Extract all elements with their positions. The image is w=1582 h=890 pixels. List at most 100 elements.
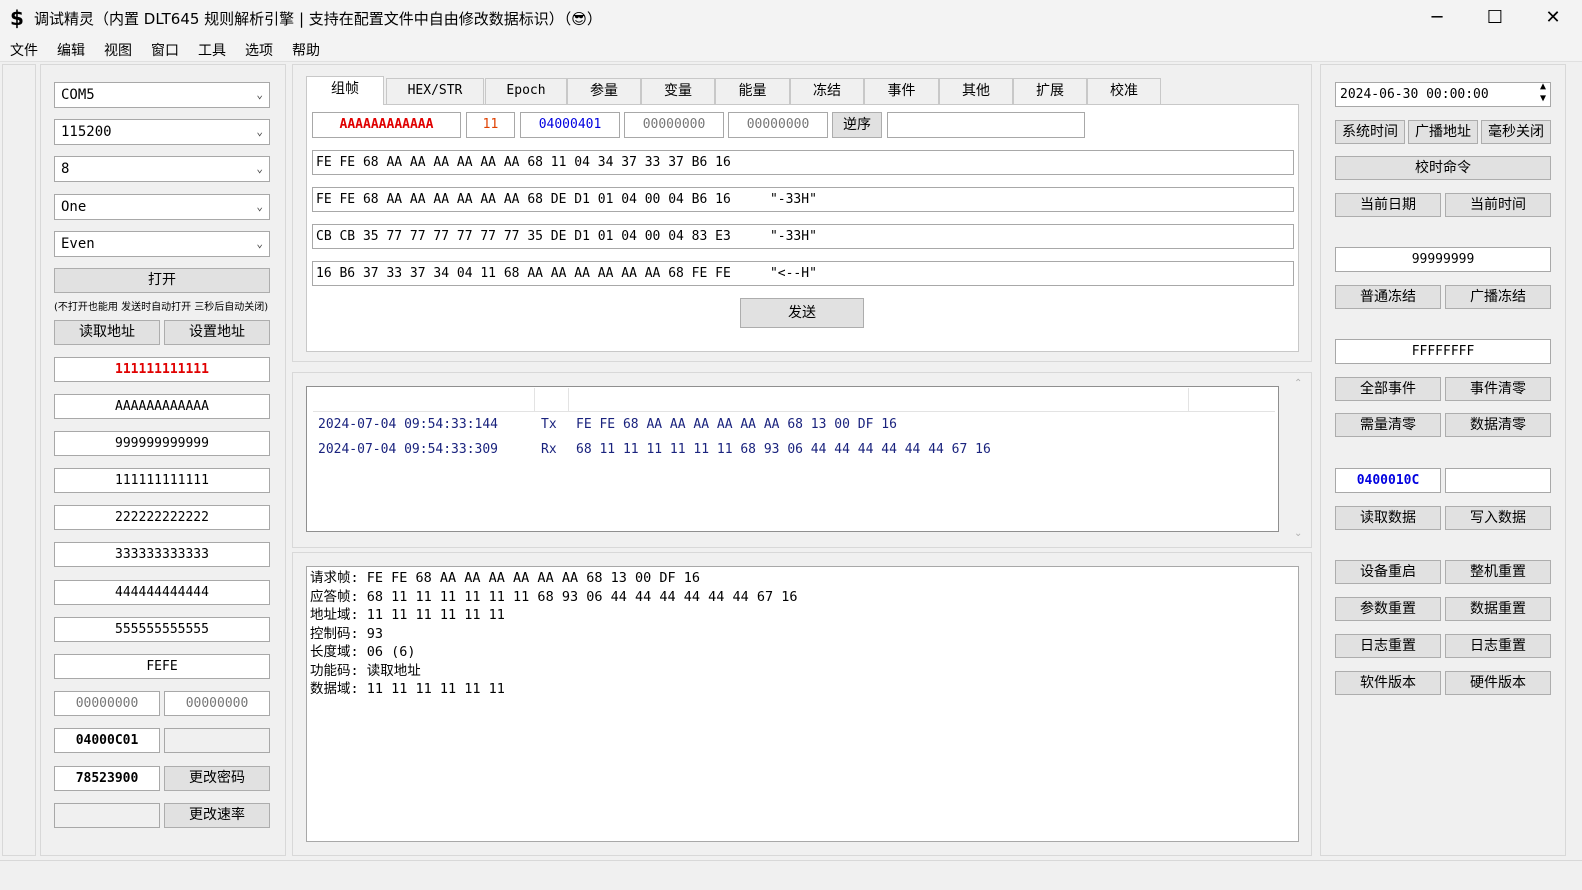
tab-extend[interactable]: 扩展 [1013,78,1087,104]
data-id-field[interactable]: 04000C01 [54,728,160,753]
address-field-7[interactable]: 444444444444 [54,580,270,605]
datetime-picker[interactable]: 2024-06-30 00:00:00 ▲ ▼ [1335,81,1551,107]
change-password-button[interactable]: 更改密码 [164,766,270,791]
menu-tools[interactable]: 工具 [198,40,226,60]
close-icon[interactable]: ✕ [1524,0,1582,36]
address-field-5[interactable]: 222222222222 [54,505,270,530]
tab-params[interactable]: 参量 [567,78,641,104]
param-reset-button[interactable]: 参数重置 [1335,597,1441,621]
demand-clear-button[interactable]: 需量清零 [1335,413,1441,437]
frame-address-field[interactable]: AAAAAAAAAAAA [312,112,461,138]
scroll-down-icon[interactable]: ⌄ [1294,528,1302,539]
data-identifier-field[interactable]: 04000401 [520,112,620,138]
broadcast-freeze-button[interactable]: 广播冻结 [1445,285,1551,309]
tab-freeze[interactable]: 冻结 [790,78,864,104]
normal-freeze-button[interactable]: 普通冻结 [1335,285,1441,309]
port-value: COM5 [61,87,95,103]
open-port-button[interactable]: 打开 [54,268,270,293]
event-clear-button[interactable]: 事件清零 [1445,377,1551,401]
hardware-version-button[interactable]: 硬件版本 [1445,671,1551,695]
reverse-button[interactable]: 逆序 [832,112,882,138]
log-list[interactable]: 2024-07-04 09:54:33:144 Tx FE FE 68 AA A… [306,386,1279,532]
log-reset-button-2[interactable]: 日志重置 [1445,634,1551,658]
log-header [313,388,1275,412]
menu-view[interactable]: 视图 [104,40,132,60]
tab-hex-str[interactable]: HEX/STR [386,78,484,104]
data-reset-button[interactable]: 数据重置 [1445,597,1551,621]
chevron-down-icon: ⌄ [256,237,263,250]
change-rate-button[interactable]: 更改速率 [164,803,270,828]
frame-extra-field[interactable] [887,112,1085,138]
scroll-up-icon[interactable]: ⌃ [1294,378,1302,389]
frame-field-1[interactable]: 00000000 [624,112,724,138]
menu-options[interactable]: 选项 [245,40,273,60]
baud-value: 115200 [61,124,112,140]
write-data-button[interactable]: 写入数据 [1445,506,1551,530]
data-clear-button[interactable]: 数据清零 [1445,413,1551,437]
parity-value: Even [61,236,95,252]
data-id-input[interactable]: 0400010C [1335,468,1441,493]
all-events-button[interactable]: 全部事件 [1335,377,1441,401]
broadcast-address-button[interactable]: 广播地址 [1408,120,1478,144]
databits-select[interactable]: 8 ⌄ [54,156,270,182]
freeze-value-field[interactable]: 99999999 [1335,247,1551,272]
control-code-field[interactable]: 11 [466,112,515,138]
data-value-input[interactable] [1445,468,1551,493]
frame-line-1[interactable]: FE FE 68 AA AA AA AA AA AA 68 11 04 34 3… [312,150,1294,175]
event-value-field[interactable]: FFFFFFFF [1335,339,1551,364]
rate-field[interactable] [54,803,160,828]
machine-reset-button[interactable]: 整机重置 [1445,560,1551,584]
new-password-field[interactable]: 78523900 [54,766,160,791]
system-time-button[interactable]: 系统时间 [1335,120,1405,144]
frame-line-3[interactable]: CB CB 35 77 77 77 77 77 77 35 DE D1 01 0… [312,224,1294,249]
frame-line-4[interactable]: 16 B6 37 33 37 34 04 11 68 AA AA AA AA A… [312,261,1294,286]
tab-frame[interactable]: 组帧 [306,76,384,105]
tab-other[interactable]: 其他 [939,78,1013,104]
menu-file[interactable]: 文件 [10,40,38,60]
device-restart-button[interactable]: 设备重启 [1335,560,1441,584]
read-address-button[interactable]: 读取地址 [54,320,160,345]
minimize-icon[interactable]: ─ [1408,0,1466,36]
address-field-2[interactable]: AAAAAAAAAAAA [54,394,270,419]
port-select[interactable]: COM5 ⌄ [54,82,270,108]
chevron-down-icon: ⌄ [256,162,263,175]
current-date-button[interactable]: 当前日期 [1335,193,1441,217]
parse-output[interactable]: 请求帧: FE FE 68 AA AA AA AA AA AA 68 13 00… [306,566,1299,842]
password-field-1[interactable]: 00000000 [54,691,160,716]
data-id-blank-field[interactable] [164,728,270,753]
menu-window[interactable]: 窗口 [151,40,179,60]
send-button[interactable]: 发送 [740,298,864,328]
ms-close-button[interactable]: 毫秒关闭 [1481,120,1551,144]
address-field-3[interactable]: 999999999999 [54,431,270,456]
time-sync-button[interactable]: 校时命令 [1335,156,1551,180]
tab-variables[interactable]: 变量 [641,78,715,104]
stopbits-select[interactable]: One ⌄ [54,194,270,220]
frame-line-2[interactable]: FE FE 68 AA AA AA AA AA AA 68 DE D1 01 0… [312,187,1294,212]
address-field-8[interactable]: 555555555555 [54,617,270,642]
frame-field-2[interactable]: 00000000 [728,112,828,138]
read-data-button[interactable]: 读取数据 [1335,506,1441,530]
tab-epoch[interactable]: Epoch [485,78,567,104]
chevron-down-icon: ⌄ [256,88,263,101]
address-field-6[interactable]: 333333333333 [54,542,270,567]
tab-calibrate[interactable]: 校准 [1087,78,1161,104]
tab-energy[interactable]: 能量 [715,78,790,104]
password-field-2[interactable]: 00000000 [164,691,270,716]
maximize-icon[interactable]: ☐ [1466,0,1524,36]
log-reset-button-1[interactable]: 日志重置 [1335,634,1441,658]
set-address-button[interactable]: 设置地址 [164,320,270,345]
menu-edit[interactable]: 编辑 [57,40,85,60]
spinner-icon[interactable]: ▲ ▼ [1540,81,1546,105]
address-field-1[interactable]: 111111111111 [54,357,270,382]
address-field-4[interactable]: 111111111111 [54,468,270,493]
parity-select[interactable]: Even ⌄ [54,231,270,257]
software-version-button[interactable]: 软件版本 [1335,671,1441,695]
column-divider [568,388,569,412]
parse-data-field: 数据域: 11 11 11 11 11 11 [310,681,505,697]
baud-select[interactable]: 115200 ⌄ [54,119,270,145]
menu-help[interactable]: 帮助 [292,40,320,60]
address-field-9[interactable]: FEFE [54,654,270,679]
tab-events[interactable]: 事件 [864,78,939,104]
app-icon: $ [10,6,24,30]
current-time-button[interactable]: 当前时间 [1445,193,1551,217]
